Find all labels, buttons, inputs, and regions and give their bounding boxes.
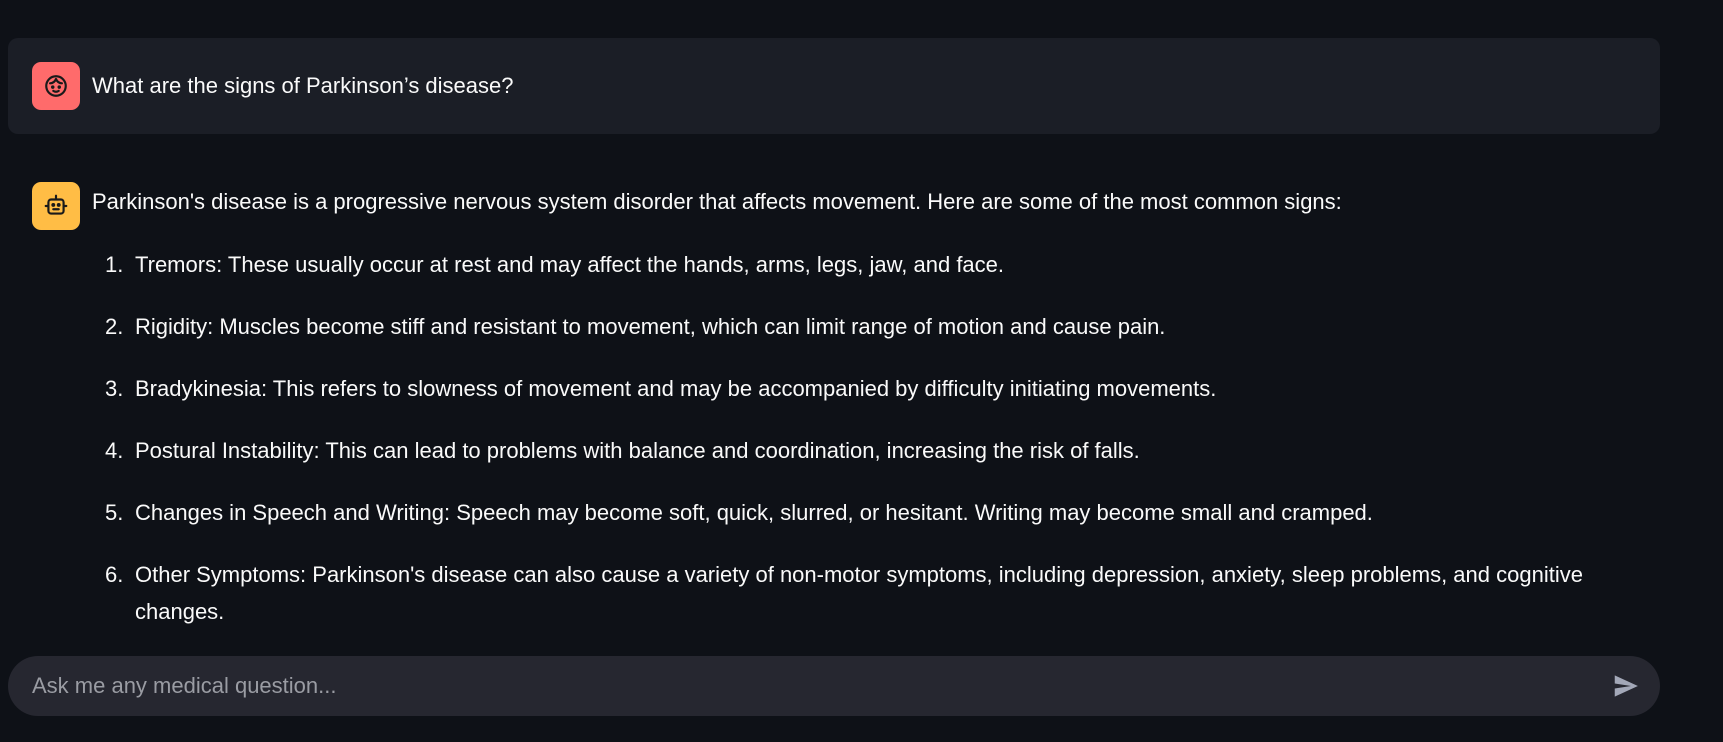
assistant-intro-text: Parkinson's disease is a progressive ner… [92, 189, 1342, 214]
list-item-text: Postural Instability: This can lead to p… [135, 438, 1140, 463]
list-item-number: 6. [105, 562, 124, 587]
list-item-number: 1. [105, 252, 124, 277]
send-icon [1614, 675, 1638, 697]
user-message: What are the signs of Parkinson’s diseas… [8, 38, 1660, 134]
robot-icon [44, 194, 68, 215]
list-item-number: 5. [105, 500, 124, 525]
list-item: 1. Tremors: These usually occur at rest a… [92, 246, 1622, 283]
list-item: 6. Other Symptoms: Parkinson's disease ca… [92, 556, 1622, 630]
list-item: 5. Changes in Speech and Writing: Speech … [92, 494, 1622, 531]
assistant-message: Parkinson's disease is a progressive ner… [8, 170, 1660, 630]
user-avatar [32, 62, 80, 110]
assistant-avatar [32, 182, 80, 230]
list-item-number: 3. [105, 376, 124, 401]
send-button[interactable] [1608, 668, 1644, 704]
list-item-text: Bradykinesia: This refers to slowness of… [135, 376, 1217, 401]
chat-input-bar [8, 656, 1660, 716]
list-item-text: Rigidity: Muscles become stiff and resis… [135, 314, 1166, 339]
list-item: 2. Rigidity: Muscles become stiff and res… [92, 308, 1622, 345]
list-item-text: Changes in Speech and Writing: Speech ma… [135, 500, 1373, 525]
symptom-list: 1. Tremors: These usually occur at rest a… [92, 246, 1622, 655]
list-item-text: Tremors: These usually occur at rest and… [135, 252, 1005, 277]
list-item-number: 2. [105, 314, 124, 339]
list-item-text: Other Symptoms: Parkinson's disease can … [135, 562, 1583, 624]
user-face-icon [45, 75, 67, 97]
list-item: 4. Postural Instability: This can lead to… [92, 432, 1622, 469]
list-item-number: 4. [105, 438, 124, 463]
list-item: 3. Bradykinesia: This refers to slowness … [92, 370, 1622, 407]
chat-input-field[interactable] [32, 656, 1592, 716]
user-message-text: What are the signs of Parkinson’s diseas… [92, 73, 514, 98]
chat-page: What are the signs of Parkinson’s diseas… [0, 0, 1723, 742]
